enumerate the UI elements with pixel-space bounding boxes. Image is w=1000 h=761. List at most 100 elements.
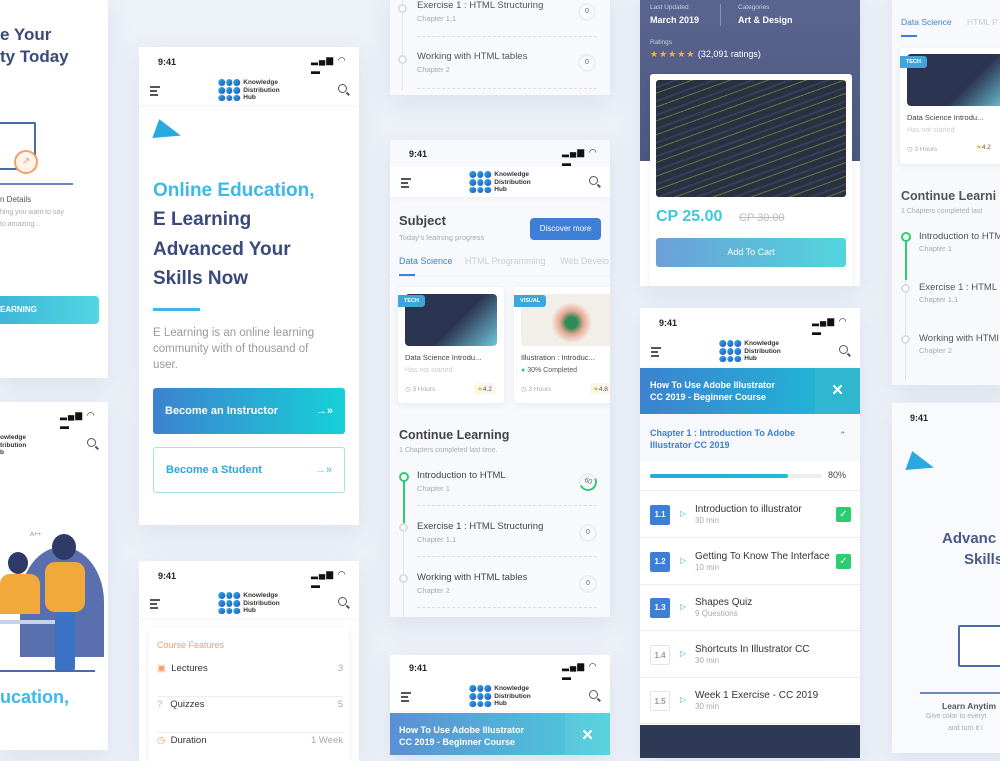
menu-icon[interactable] [150,599,160,611]
play-icon[interactable]: ▷ [680,649,686,658]
tab-web-development[interactable]: Web Develo [560,256,609,266]
play-icon[interactable]: ▷ [680,602,686,611]
chevron-up-icon[interactable]: ⌃ [839,430,847,441]
menu-icon[interactable] [401,178,411,190]
search-icon[interactable] [589,176,598,185]
course-card[interactable]: TECH Data Science Introdu... Has not sta… [900,48,1000,164]
navbar: Knowledge Distribution Hub [390,681,610,711]
feature-label: Lectures [171,663,208,674]
timeline-node [399,574,408,583]
course-title: Data Science Introdu... [405,353,482,362]
add-to-cart-button[interactable]: Add To Cart [656,238,846,267]
signal-icons: ▂▄▆ ◠ ▬ [562,147,598,168]
play-icon[interactable]: ▷ [680,695,686,704]
lesson-row[interactable]: 1.1 ▷ Introduction to illustrator 30 min… [640,492,860,538]
divider [417,505,597,506]
logo[interactable]: Knowledge Distribution Hub [469,171,531,194]
become-student-button[interactable]: Become a Student →» [153,447,345,493]
menu-icon[interactable] [150,86,160,98]
course-status: ● 30% Completed [521,367,577,374]
person-legs [55,612,75,672]
bottom-bar [640,725,860,758]
play-icon[interactable]: ▷ [680,556,686,565]
illustration-base-line [920,692,1000,694]
search-icon[interactable] [338,84,347,93]
hero-line-1: Online Education, [153,180,315,201]
lesson-row[interactable]: 1.3 ▷ Shapes Quiz 9 Questions [640,585,860,631]
course-duration: ◷ 3 Hours [907,146,938,153]
logo[interactable]: Knowledge Distribution Hub [719,340,781,363]
course-banner: How To Use Adobe Illustrator CC 2019 - B… [390,713,610,755]
tabs-divider [390,276,610,277]
close-icon[interactable]: ✕ [565,713,610,755]
course-rating: ★4.8 [590,383,610,395]
button-label: Become a Student [166,464,262,476]
person-body-2 [45,562,85,612]
divider [417,607,597,608]
menu-icon[interactable] [651,347,661,359]
course-title-2: CC 2019 - Beginner Course [399,737,516,747]
continue-learning-partial: Exercise 1 : HTML Structuring Chapter 1,… [390,0,610,95]
status-dot-icon: ● [521,367,526,374]
course-image [656,80,846,197]
search-icon[interactable] [338,597,347,606]
logo[interactable]: Knowledge Distribution Hub [469,685,531,708]
course-card[interactable]: VISUAL Illustration : Introduc... ● 30% … [514,287,610,403]
continue-learning-subtitle: 1 Chapters completed last [901,208,983,215]
tab-data-science[interactable]: Data Science [399,256,453,266]
logo[interactable]: Knowledge Distribution Hub [218,79,280,102]
ratings-label: Ratings [650,39,673,46]
navbar: Knowledge Distribution Hub [139,75,359,105]
course-banner: How To Use Adobe Illustrator CC 2019 - B… [640,368,860,414]
lesson-title[interactable]: Introduction to HTM [919,231,1000,242]
menu-icon[interactable] [401,692,411,704]
discover-more-button[interactable]: Discover more [530,218,601,240]
search-icon[interactable] [839,345,848,354]
description-line-1: Give color to everyt [926,713,987,720]
course-card[interactable]: TECH Data Science Introdu... Has not sta… [398,287,504,403]
subject-screen: 9:41 ▂▄▆ ◠ ▬ Knowledge Distribution Hub Su… [390,140,610,617]
lesson-row[interactable]: 1.4 ▷ Shortcuts In Illustrator CC 30 min [640,631,860,678]
status-time: 9:41 [659,318,678,328]
search-icon[interactable] [589,690,598,699]
checkbox-checked-icon[interactable]: ✓ [836,507,851,522]
hero-description: E Learning is an online learning communi… [153,327,315,371]
navbar: Knowledge Distribution Hub [390,167,610,197]
search-icon[interactable] [87,438,96,447]
headline-line-1: Advanc [942,530,997,547]
tab-html-programming[interactable]: HTML Programming [465,256,546,266]
lesson-title[interactable]: Introduction to HTML [417,470,506,481]
lesson-title[interactable]: Exercise 1 : HTML Structuring [417,521,543,532]
signal-icons: ▂▄▆ ◠ ▬ [562,661,598,682]
lesson-title[interactable]: Working with HTML tables [417,572,527,583]
clock-icon: ◷ [157,735,166,746]
become-instructor-button[interactable]: Become an Instructor →» [153,388,345,434]
chapter-header[interactable]: Chapter 1 : Introduction To Adobe Illust… [640,414,860,462]
onboarding-panel-partial: e Your ty Today ↗ n Details hing you wan… [0,0,108,378]
checkbox-checked-icon[interactable]: ✓ [836,553,851,569]
close-icon[interactable]: ✕ [815,368,860,414]
lesson-row[interactable]: 1.2 ▷ Getting To Know The Interface 10 m… [640,538,860,585]
divider [417,556,597,557]
old-price: CP 30.00 [739,212,785,224]
lesson-title[interactable]: Exercise 1 : HTML [919,282,997,293]
subject-title: Subject [399,213,446,228]
lesson-row[interactable]: 1.5 ▷ Week 1 Exercise - CC 2019 30 min [640,678,860,724]
play-icon[interactable]: ▷ [680,509,686,518]
tab-data-science[interactable]: Data Science [901,17,952,27]
lesson-chapter: Chapter 1 [919,244,952,253]
tab-html-programming[interactable]: HTML P [967,17,998,27]
category-value: Art & Design [738,15,793,25]
divider [417,88,597,89]
lesson-subtitle: 30 min [695,702,720,711]
status-time: 9:41 [158,57,177,67]
logo[interactable]: Knowledge Distribution Hub [218,592,280,615]
progress-ring: 0 [579,524,597,542]
lesson-chapter: Chapter 1,1 [417,535,457,544]
clock-icon: ◷ [907,146,913,153]
timeline-line [402,0,403,90]
status-time: 9:41 [409,663,428,673]
title-line-1: e Your [0,25,52,44]
start-learning-button[interactable]: EARNING [0,296,99,324]
lesson-title[interactable]: Working with HTMI [919,333,999,344]
